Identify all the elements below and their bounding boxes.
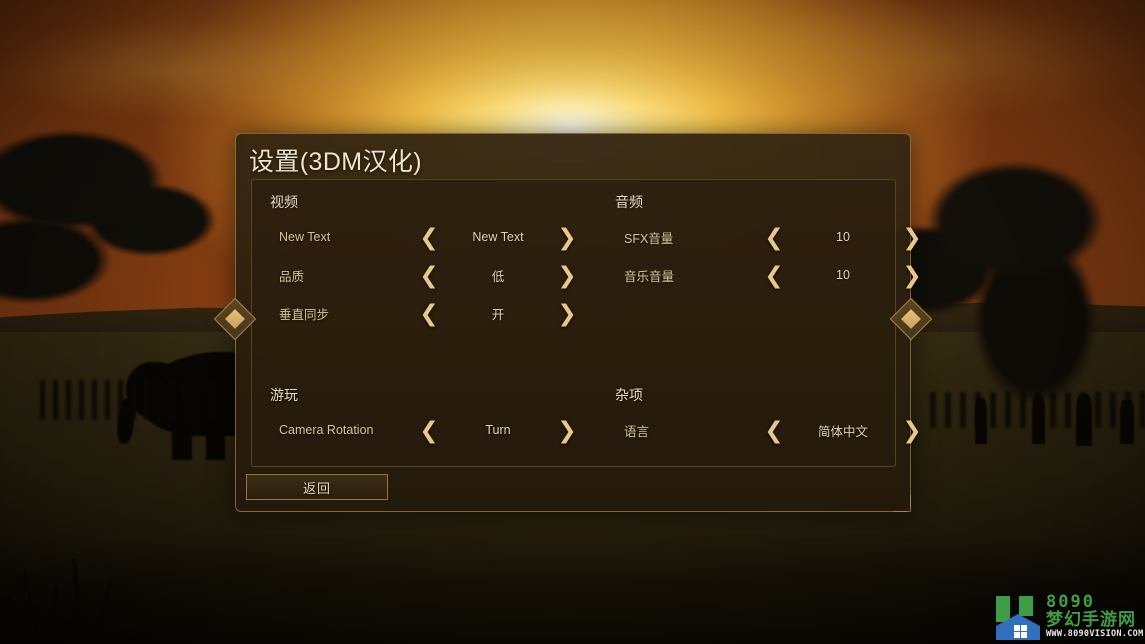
section-heading-audio: 音频 <box>615 194 643 210</box>
chevron-left-icon[interactable]: ❮ <box>761 225 787 249</box>
section-audio: 音频 SFX音量 ❮ 10 ❯ 音乐音量 ❮ 10 ❯ <box>615 192 925 298</box>
setting-value: 10 <box>836 230 850 244</box>
chevron-left-icon[interactable]: ❮ <box>761 263 787 287</box>
chevron-right-icon[interactable]: ❯ <box>554 418 580 442</box>
chevron-left-icon[interactable]: ❮ <box>416 418 442 442</box>
setting-label: 品质 <box>279 269 305 284</box>
setting-row-language: 语言 ❮ 简体中文 ❯ <box>615 415 925 445</box>
watermark-url: WWW.8090VISION.COM <box>1046 629 1144 640</box>
site-watermark: 8090 梦幻手游网 WWW.8090VISION.COM <box>995 592 1143 642</box>
house-logo-icon <box>995 594 1041 640</box>
setting-row-video-newtext: New Text ❮ New Text ❯ <box>270 222 580 252</box>
setting-label: 语言 <box>624 424 650 439</box>
chevron-right-icon[interactable]: ❯ <box>554 301 580 325</box>
setting-value: Turn <box>485 423 511 437</box>
setting-row-quality: 品质 ❮ 低 ❯ <box>270 260 580 290</box>
chevron-left-icon[interactable]: ❮ <box>761 418 787 442</box>
stepper-vsync: ❮ 开 ❯ <box>416 301 580 325</box>
setting-label: SFX音量 <box>624 231 674 246</box>
setting-row-vsync: 垂直同步 ❮ 开 ❯ <box>270 298 580 328</box>
chevron-left-icon[interactable]: ❮ <box>416 301 442 325</box>
logo-bar-left <box>996 596 1010 622</box>
chevron-right-icon[interactable]: ❯ <box>554 225 580 249</box>
chevron-right-icon[interactable]: ❯ <box>899 225 925 249</box>
chevron-right-icon[interactable]: ❯ <box>899 263 925 287</box>
logo-bar-right <box>1019 596 1033 616</box>
settings-dialog: 设置(3DM汉化) 视频 New Text ❮ New Text ❯ 品质 ❮ … <box>213 133 933 512</box>
dialog-title: 设置(3DM汉化) <box>249 148 423 176</box>
watermark-text-group: 8090 梦幻手游网 WWW.8090VISION.COM <box>1046 594 1144 639</box>
section-gameplay: 游玩 Camera Rotation ❮ Turn ❯ <box>270 385 580 453</box>
setting-label: New Text <box>279 230 331 244</box>
section-heading-video: 视频 <box>270 194 298 210</box>
setting-value: 简体中文 <box>817 424 868 439</box>
chevron-right-icon[interactable]: ❯ <box>899 418 925 442</box>
setting-label: Camera Rotation <box>279 423 374 437</box>
setting-row-camera-rotation: Camera Rotation ❮ Turn ❯ <box>270 415 580 445</box>
setting-row-sfx-volume: SFX音量 ❮ 10 ❯ <box>615 222 925 252</box>
chevron-left-icon[interactable]: ❮ <box>416 225 442 249</box>
setting-value: 开 <box>491 307 505 322</box>
section-heading-gameplay: 游玩 <box>270 387 298 403</box>
setting-row-music-volume: 音乐音量 ❮ 10 ❯ <box>615 260 925 290</box>
settings-content-panel: 视频 New Text ❮ New Text ❯ 品质 ❮ 低 ❯ 垂直同步 ❮… <box>251 179 922 467</box>
stepper-quality: ❮ 低 ❯ <box>416 263 580 287</box>
chevron-right-icon[interactable]: ❯ <box>554 263 580 287</box>
setting-value: 低 <box>491 269 505 284</box>
watermark-brand-cn: 梦幻手游网 <box>1046 610 1136 630</box>
logo-window <box>1014 625 1027 638</box>
stepper-sfx-volume: ❮ 10 ❯ <box>761 225 925 249</box>
stepper-video-newtext: ❮ New Text ❯ <box>416 225 580 249</box>
watermark-brand-number: 8090 <box>1046 592 1095 613</box>
setting-label: 垂直同步 <box>279 307 330 322</box>
setting-value: New Text <box>472 230 524 244</box>
section-heading-misc: 杂项 <box>615 387 643 403</box>
section-video: 视频 New Text ❮ New Text ❯ 品质 ❮ 低 ❯ 垂直同步 ❮… <box>270 192 580 336</box>
section-misc: 杂项 语言 ❮ 简体中文 ❯ <box>615 385 925 453</box>
stepper-language: ❮ 简体中文 ❯ <box>761 418 925 442</box>
stepper-music-volume: ❮ 10 ❯ <box>761 263 925 287</box>
setting-value: 10 <box>836 268 850 282</box>
setting-label: 音乐音量 <box>624 269 675 284</box>
dialog-corner-bevel <box>893 494 911 512</box>
back-button[interactable]: 返回 <box>246 474 388 500</box>
chevron-left-icon[interactable]: ❮ <box>416 263 442 287</box>
stepper-camera-rotation: ❮ Turn ❯ <box>416 418 580 442</box>
